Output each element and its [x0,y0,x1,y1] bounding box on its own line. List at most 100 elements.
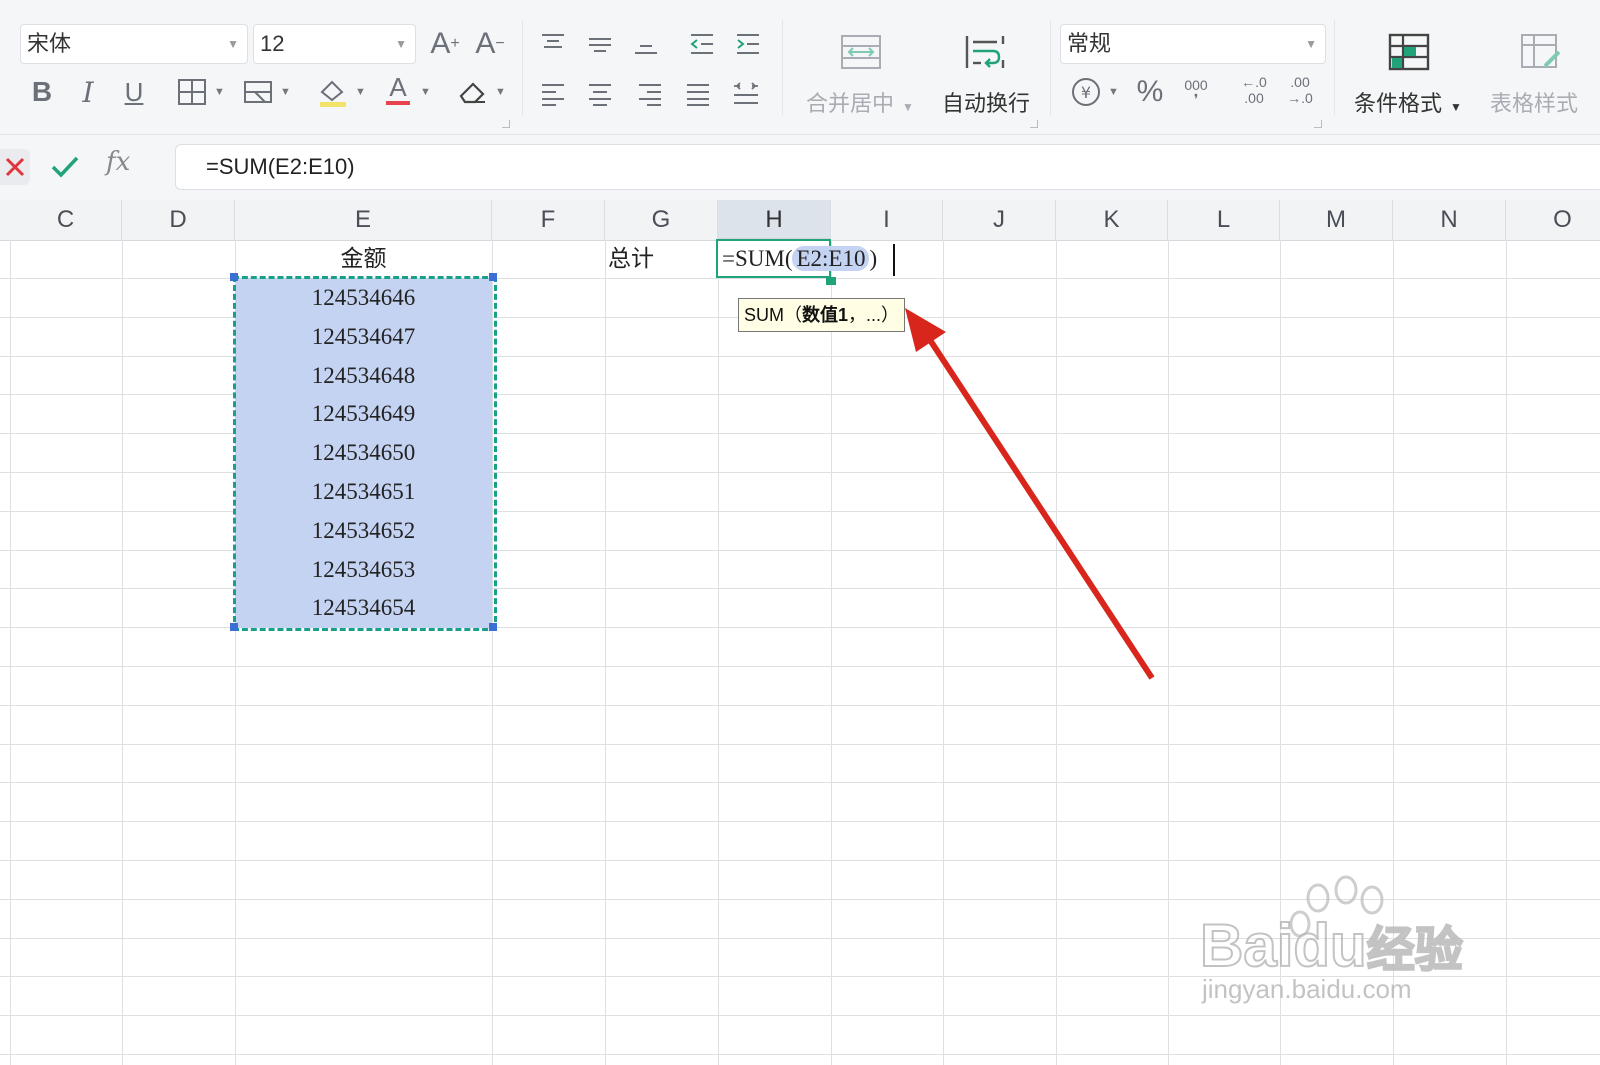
grid-line [831,240,832,1065]
cell-e1[interactable]: 金额 [235,240,492,278]
column-header-d[interactable]: D [122,200,235,240]
increase-decimal-top: ←.0 [1241,74,1267,90]
chevron-down-icon[interactable]: ▼ [420,86,431,98]
grid-line [605,240,606,1065]
selection-handle[interactable] [230,623,238,631]
align-center-icon[interactable] [580,76,620,112]
column-header-o[interactable]: O [1506,200,1600,240]
grid-line [0,821,1600,822]
annotation-arrow [905,308,1155,680]
wrap-text-icon[interactable] [962,30,1008,74]
font-size-combo[interactable]: 12 ▼ [253,24,416,64]
bold-icon[interactable]: B [22,74,62,110]
watermark-brand-cn: 经验 [1366,923,1464,978]
column-header-i[interactable]: I [831,200,943,240]
number-format-combo[interactable]: 常规 ▼ [1060,24,1326,64]
table-style-button[interactable]: 表格样式 [1490,86,1578,118]
close-icon [5,157,25,177]
chevron-down-icon: ▼ [1305,37,1317,51]
number-format-value: 常规 [1067,31,1112,56]
chevron-down-icon[interactable]: ▼ [1108,86,1119,98]
formula-prefix: =SUM( [722,246,793,271]
separator [1334,20,1335,115]
grid-line [718,240,719,1065]
column-header-c[interactable]: C [10,200,122,240]
justify-icon[interactable] [678,76,718,112]
thousands-separator-icon[interactable]: 000 ❜ [1176,74,1216,110]
decrease-indent-icon[interactable] [682,26,722,62]
decrease-decimal-icon[interactable]: .00 →.0 [1280,72,1320,108]
conditional-format-icon[interactable] [1386,30,1432,74]
cell-format-icon[interactable] [238,74,278,110]
eraser-icon[interactable] [453,74,493,110]
italic-icon[interactable]: I [68,74,108,110]
underline-icon[interactable]: U [114,74,154,110]
column-header-k[interactable]: K [1056,200,1168,240]
align-right-icon[interactable] [630,76,670,112]
tooltip-function: SUM（ [744,305,802,325]
border-icon[interactable] [172,74,212,110]
decrease-decimal-bottom: →.0 [1287,90,1313,106]
currency-icon[interactable]: ¥ [1066,74,1106,110]
separator [782,20,783,115]
column-header-e[interactable]: E [235,200,492,240]
increase-indent-icon[interactable] [728,26,768,62]
column-header-g[interactable]: G [605,200,718,240]
baidu-watermark: Baidu经验 jingyan.baidu.com [1199,870,1500,1010]
chevron-down-icon[interactable]: ▼ [355,86,366,98]
align-middle-icon[interactable] [580,26,620,62]
number-dialog-launcher[interactable] [1314,120,1322,128]
distributed-align-icon[interactable] [726,76,766,112]
fill-color-icon[interactable] [313,74,353,110]
align-top-icon[interactable] [533,26,573,62]
ribbon-toolbar: 宋体 ▼ 12 ▼ A + A − B I U ▼ ▼ ▼ A ▼ ▼ 合并居中… [0,0,1600,135]
align-bottom-icon[interactable] [626,26,666,62]
column-header-m[interactable]: M [1280,200,1393,240]
range-marquee [233,276,497,631]
chevron-down-icon[interactable]: ▼ [214,86,225,98]
chevron-down-icon[interactable]: ▼ [495,86,506,98]
decrease-font-icon[interactable]: A − [470,26,510,62]
formula-suffix: ) [869,246,878,271]
cell-h1-formula: =SUM(E2:E10) [722,241,877,279]
chevron-down-icon: ▼ [1450,100,1462,114]
confirm-button[interactable] [50,153,80,186]
selection-handle[interactable] [489,623,497,631]
formula-range-ref: E2:E10 [792,246,870,271]
insert-function-button[interactable]: fx [106,147,130,177]
font-name-value: 宋体 [27,31,72,56]
grid-line [122,240,123,1065]
alignment-dialog-launcher[interactable] [1030,120,1038,128]
grid-line [0,1054,1600,1055]
column-header-n[interactable]: N [1393,200,1506,240]
column-header-h[interactable]: H [718,200,831,240]
table-style-icon[interactable] [1518,30,1564,74]
grid-line [10,240,11,1065]
cell-g1[interactable]: 总计 [608,240,654,278]
separator [522,20,523,115]
font-color-icon[interactable]: A [378,72,418,108]
conditional-format-button[interactable]: 条件格式 ▼ [1354,86,1462,118]
merge-center-icon[interactable] [838,30,884,74]
fill-handle[interactable] [826,277,836,285]
column-header-l[interactable]: L [1168,200,1280,240]
chevron-down-icon[interactable]: ▼ [280,86,291,98]
increase-decimal-icon[interactable]: ←.0 .00 [1234,72,1274,108]
grid-line [0,782,1600,783]
increase-font-icon[interactable]: A + [425,26,465,62]
decrease-decimal-top: .00 [1290,74,1310,90]
selection-handle[interactable] [489,273,497,281]
align-left-icon[interactable] [533,76,573,112]
grid-line [0,860,1600,861]
merge-center-button[interactable]: 合并居中 ▼ [806,86,914,118]
font-dialog-launcher[interactable] [502,120,510,128]
wrap-text-button[interactable]: 自动换行 [942,86,1030,118]
watermark-brand: Baidu经验 [1199,910,1464,980]
percent-icon[interactable]: % [1130,74,1170,110]
formula-input[interactable]: =SUM(E2:E10) [175,144,1600,190]
cancel-button[interactable] [0,149,30,185]
column-header-f[interactable]: F [492,200,605,240]
selection-handle[interactable] [230,273,238,281]
column-header-j[interactable]: J [943,200,1056,240]
font-name-combo[interactable]: 宋体 ▼ [20,24,248,64]
